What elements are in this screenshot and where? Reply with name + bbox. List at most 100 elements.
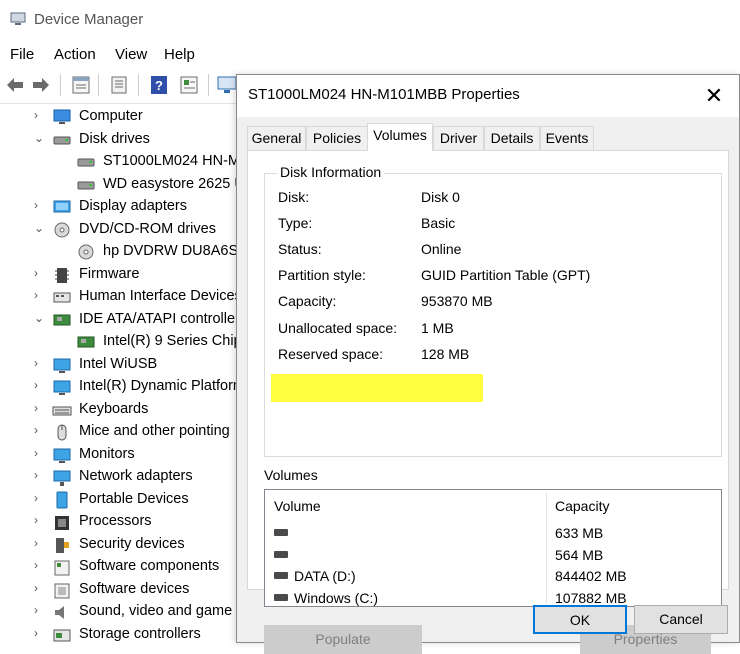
chevron-right-icon[interactable]: › — [34, 513, 46, 527]
tree-item[interactable]: ST1000LM024 HN-M — [0, 151, 240, 173]
populate-button[interactable]: Populate — [264, 625, 422, 654]
tree-item[interactable]: › Processors — [0, 511, 240, 533]
ok-button[interactable]: OK — [533, 605, 627, 634]
tree-item[interactable]: › Security devices — [0, 534, 240, 556]
chevron-right-icon[interactable]: › — [34, 468, 46, 482]
menu-help[interactable]: Help — [164, 46, 195, 63]
disk-info-label: Partition style: — [278, 267, 366, 284]
tab-volumes[interactable]: Volumes — [367, 123, 433, 151]
menu-file[interactable]: File — [10, 46, 34, 63]
chevron-right-icon[interactable]: › — [34, 626, 46, 640]
back-arrow-icon[interactable] — [4, 74, 26, 96]
tree-item[interactable]: WD easystore 2625 U — [0, 174, 240, 196]
properties-dialog: ST1000LM024 HN-M101MBB Properties ✕ Gene… — [236, 74, 740, 654]
disk-information-legend: Disk Information — [277, 164, 385, 180]
ide-controller-icon — [53, 314, 71, 325]
chevron-right-icon[interactable]: › — [34, 536, 46, 550]
tree-item-label: Intel(R) 9 Series Chips — [103, 333, 240, 349]
volume-row[interactable]: 564 MB — [265, 544, 721, 566]
tab-policies[interactable]: Policies — [306, 126, 368, 150]
tree-item[interactable]: › Storage controllers — [0, 624, 240, 644]
disk-info-value: Online — [421, 241, 462, 258]
tab-driver[interactable]: Driver — [433, 126, 484, 150]
forward-arrow-icon[interactable] — [30, 74, 52, 96]
tree-item-label: WD easystore 2625 U — [103, 175, 240, 192]
monitor-icon[interactable] — [216, 74, 238, 96]
tree-item[interactable]: › Portable Devices — [0, 489, 240, 511]
tree-item[interactable]: › Display adapters — [0, 196, 240, 218]
show-hidden-icon[interactable] — [108, 74, 130, 96]
firmware-icon — [55, 267, 69, 283]
tree-item[interactable]: › Firmware — [0, 264, 240, 286]
chevron-right-icon[interactable]: › — [34, 378, 46, 392]
chevron-right-icon[interactable]: › — [34, 401, 46, 415]
tree-item-label: Network adapters — [79, 468, 193, 484]
column-header-volume[interactable]: Volume — [274, 498, 321, 514]
menu-view[interactable]: View — [115, 46, 147, 63]
disk-info-row: Status: Online — [265, 238, 721, 260]
tree-item[interactable]: › Intel(R) Dynamic Platform — [0, 376, 240, 398]
tab-details[interactable]: Details — [484, 126, 540, 150]
chevron-down-icon[interactable]: ⌄ — [34, 311, 46, 325]
processor-icon — [55, 516, 69, 530]
app-title: Device Manager — [34, 11, 144, 28]
disk-drive-icon — [77, 181, 95, 189]
properties-icon[interactable] — [70, 74, 92, 96]
tree-item[interactable]: › Monitors — [0, 444, 240, 466]
chevron-right-icon[interactable]: › — [34, 446, 46, 460]
tree-item-label: IDE ATA/ATAPI controllers — [79, 310, 240, 327]
tree-item[interactable]: › Mice and other pointing — [0, 421, 240, 443]
volume-capacity: 633 MB — [555, 525, 604, 541]
column-header-capacity[interactable]: Capacity — [555, 498, 609, 514]
volumes-list[interactable]: Volume Capacity 633 MB 564 MB DATA (D:) 844… — [264, 489, 722, 607]
toolbar-separator — [138, 74, 139, 96]
volumes-tab-panel: Disk Information Disk: Disk 0 Type: Basic St… — [247, 150, 729, 654]
tab-events[interactable]: Events — [540, 126, 594, 150]
tree-item-label: Computer — [79, 108, 143, 124]
tree-item[interactable]: › Software devices — [0, 579, 240, 601]
disk-info-row: Reserved space: 128 MB — [265, 343, 721, 365]
software-component-icon — [54, 560, 70, 576]
tree-item[interactable]: hp DVDRW DU8A6SI — [0, 241, 240, 263]
volume-row[interactable]: DATA (D:) 844402 MB — [265, 565, 721, 587]
tree-item[interactable]: Intel(R) 9 Series Chips — [0, 331, 240, 353]
disk-info-value: 953870 MB — [421, 293, 493, 310]
tree-item[interactable]: › Software components — [0, 556, 240, 578]
chevron-right-icon[interactable]: › — [34, 581, 46, 595]
volume-row[interactable]: 633 MB — [265, 522, 721, 544]
chevron-down-icon[interactable]: ⌄ — [34, 221, 46, 235]
tree-item[interactable]: › Sound, video and game — [0, 601, 240, 623]
monitor-icon — [53, 448, 71, 463]
chevron-right-icon[interactable]: › — [34, 356, 46, 370]
tree-item[interactable]: ⌄ IDE ATA/ATAPI controllers — [0, 309, 240, 331]
close-icon[interactable]: ✕ — [697, 81, 731, 111]
chevron-right-icon[interactable]: › — [34, 603, 46, 617]
tree-item[interactable]: › Intel WiUSB — [0, 354, 240, 376]
tab-general[interactable]: General — [247, 126, 306, 150]
help-icon[interactable]: ? — [148, 74, 170, 96]
tree-item[interactable]: ⌄ DVD/CD-ROM drives — [0, 219, 240, 241]
disk-info-label: Capacity: — [278, 293, 337, 310]
chevron-right-icon[interactable]: › — [34, 491, 46, 505]
tree-item[interactable]: › Network adapters — [0, 466, 240, 488]
tree-item[interactable]: › Computer — [0, 106, 240, 128]
volume-capacity: 564 MB — [555, 546, 604, 563]
device-tree: › Computer ⌄ Disk drives ST1000LM024 HN-M WD … — [0, 106, 240, 643]
tree-item[interactable]: ⌄ Disk drives — [0, 129, 240, 151]
chevron-right-icon[interactable]: › — [34, 288, 46, 302]
tree-item-label: Keyboards — [79, 400, 149, 417]
disk-info-label: Disk: — [278, 189, 310, 205]
chevron-right-icon[interactable]: › — [34, 266, 46, 280]
chevron-right-icon[interactable]: › — [34, 423, 46, 437]
action-icon[interactable] — [178, 74, 200, 96]
chevron-down-icon[interactable]: ⌄ — [34, 131, 46, 145]
chevron-right-icon[interactable]: › — [34, 198, 46, 212]
chevron-right-icon[interactable]: › — [34, 558, 46, 572]
tree-item[interactable]: › Human Interface Devices — [0, 286, 240, 308]
tree-item[interactable]: › Keyboards — [0, 399, 240, 421]
chevron-right-icon[interactable]: › — [34, 108, 46, 122]
disk-info-value: Disk 0 — [421, 189, 460, 205]
cancel-button[interactable]: Cancel — [634, 605, 728, 634]
menu-action[interactable]: Action — [54, 46, 96, 63]
volumes-label: Volumes — [264, 467, 318, 483]
